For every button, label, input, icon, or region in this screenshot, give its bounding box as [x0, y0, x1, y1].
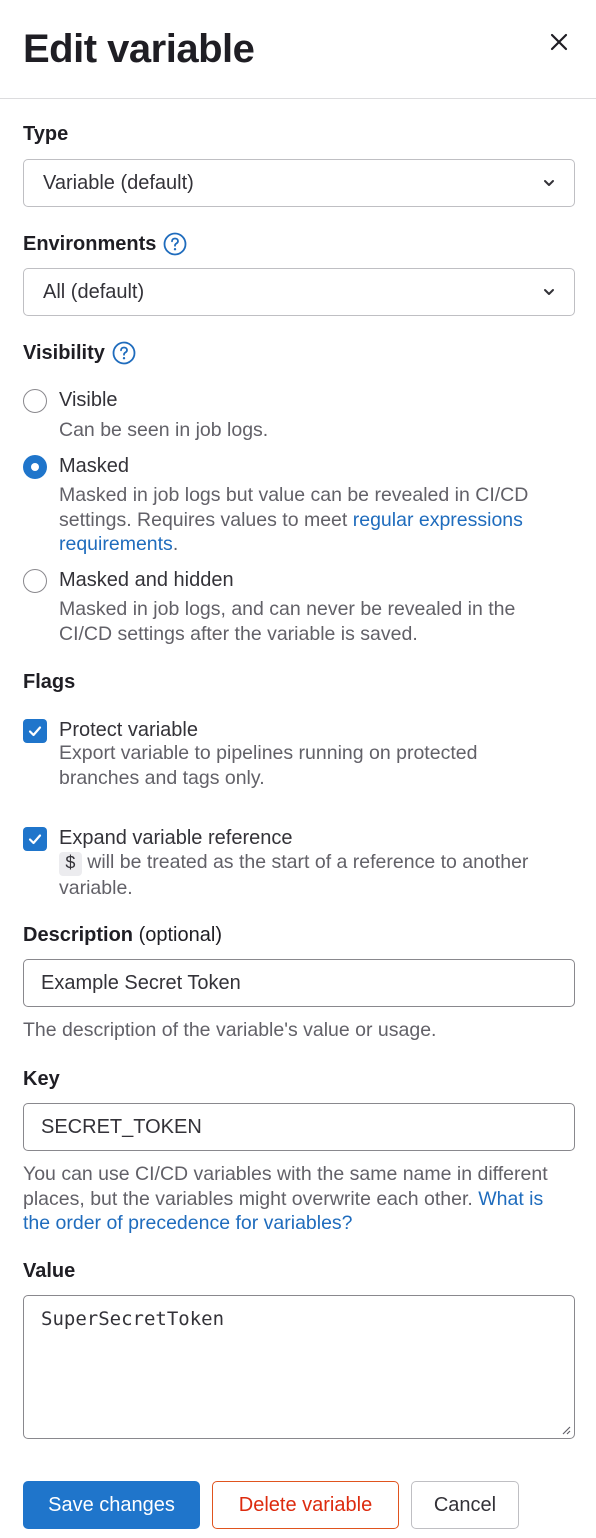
radio-masked-hidden[interactable] — [23, 569, 47, 593]
environments-select[interactable]: All (default) — [23, 268, 575, 316]
key-label-text: Key — [23, 1068, 60, 1090]
value-textarea[interactable]: SuperSecretToken — [23, 1295, 575, 1439]
protect-variable-label: Protect variable — [59, 719, 198, 741]
protect-variable-checkbox[interactable] — [23, 719, 47, 743]
close-button[interactable] — [546, 28, 572, 56]
key-help-text: You can use CI/CD variables with the sam… — [23, 1163, 548, 1210]
value-label-text: Value — [23, 1260, 76, 1282]
key-input[interactable]: SECRET_TOKEN — [23, 1103, 575, 1151]
description-label-text: Description — [23, 924, 134, 946]
environments-select-value: All (default) — [43, 280, 145, 303]
visibility-label-text: Visibility — [23, 342, 105, 364]
expand-variable-help: $ will be treated as the start of a refe… — [59, 850, 559, 901]
check-icon — [28, 834, 42, 845]
visible-help: Can be seen in job logs. — [59, 419, 269, 441]
visibility-label: Visibility — [23, 340, 136, 366]
flag-expand-variable[interactable] — [23, 826, 47, 851]
key-input-value: SECRET_TOKEN — [41, 1115, 202, 1138]
radio-visible[interactable] — [23, 389, 47, 413]
visibility-option-masked[interactable] — [23, 454, 47, 479]
masked-help-suffix: . — [172, 533, 179, 555]
description-label: Description (optional) — [23, 922, 222, 948]
masked-label: Masked — [59, 455, 130, 477]
environments-label: Environments — [23, 231, 187, 257]
question-circle-icon[interactable] — [163, 232, 187, 256]
dollar-code: $ — [59, 852, 82, 876]
type-select-value: Variable (default) — [43, 171, 194, 194]
description-input[interactable]: Example Secret Token — [23, 959, 575, 1007]
drawer-header: Edit variable — [0, 0, 596, 99]
flag-protect-variable[interactable] — [23, 718, 47, 743]
masked-hidden-label: Masked and hidden — [59, 569, 234, 591]
expand-variable-checkbox[interactable] — [23, 827, 47, 851]
value-textarea-value: SuperSecretToken — [41, 1308, 225, 1330]
masked-hidden-help: Masked in job logs, and can never be rev… — [59, 598, 516, 645]
radio-masked[interactable] — [23, 455, 47, 479]
question-circle-icon[interactable] — [112, 341, 136, 365]
flags-label: Flags — [23, 669, 75, 695]
type-label: Type — [23, 121, 68, 147]
type-label-text: Type — [23, 123, 69, 145]
visibility-option-masked-hidden[interactable] — [23, 568, 47, 593]
environments-label-text: Environments — [23, 233, 157, 255]
masked-help: Masked in job logs but value can be reve… — [59, 483, 559, 557]
description-help: The description of the variable's value … — [23, 1019, 437, 1041]
cancel-button[interactable]: Cancel — [411, 1481, 519, 1529]
flags-label-text: Flags — [23, 671, 76, 693]
key-label: Key — [23, 1066, 60, 1092]
edit-variable-drawer: Edit variable Type Variable (default) En… — [0, 0, 596, 1538]
save-changes-button[interactable]: Save changes — [23, 1481, 200, 1529]
value-label: Value — [23, 1258, 75, 1284]
resize-grip-icon[interactable] — [561, 1425, 571, 1435]
description-input-value: Example Secret Token — [41, 971, 241, 994]
visibility-option-visible[interactable] — [23, 388, 47, 413]
description-optional: (optional) — [138, 924, 222, 946]
drawer-title: Edit variable — [23, 27, 255, 71]
expand-variable-help-text: will be treated as the start of a refere… — [59, 851, 529, 899]
chevron-down-icon — [544, 289, 554, 295]
delete-variable-button[interactable]: Delete variable — [212, 1481, 399, 1529]
expand-variable-label: Expand variable reference — [59, 827, 293, 849]
protect-variable-help: Export variable to pipelines running on … — [59, 742, 478, 789]
check-icon — [28, 726, 42, 737]
type-select[interactable]: Variable (default) — [23, 159, 575, 207]
key-help: You can use CI/CD variables with the sam… — [23, 1162, 573, 1236]
chevron-down-icon — [544, 180, 554, 186]
close-icon — [550, 33, 568, 51]
visible-label: Visible — [59, 389, 118, 411]
